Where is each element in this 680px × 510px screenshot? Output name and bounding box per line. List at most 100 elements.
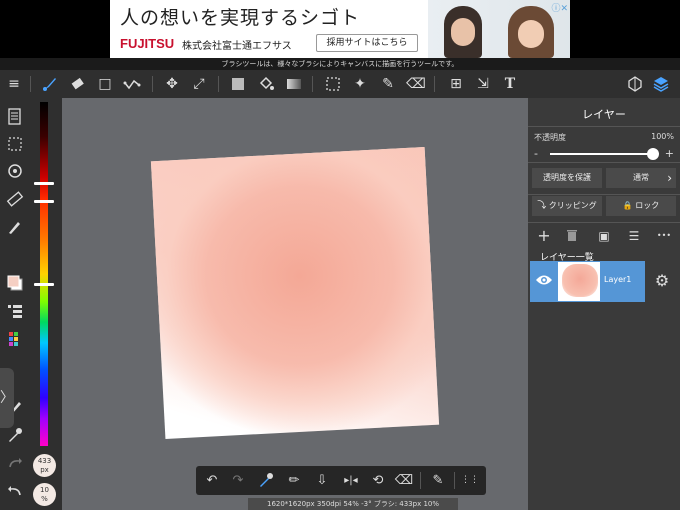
layer-thumbnail: [558, 262, 600, 301]
selection-icon[interactable]: [4, 136, 26, 156]
gear-icon[interactable]: ⚙: [652, 271, 672, 291]
brush-size-unit: px: [40, 466, 49, 474]
ad-close-icon[interactable]: ⓘ✕: [551, 1, 568, 14]
operation-icon[interactable]: ⇲: [473, 74, 493, 94]
more-options-icon[interactable]: •••: [656, 228, 672, 244]
ad-banner[interactable]: 人の想いを実現するシゴト FUJITSU 株式会社富士通エフサス 採用サイトはこ…: [110, 0, 570, 58]
left-tool-panel: [0, 98, 62, 510]
blend-mode-button[interactable]: 通常 ›: [606, 168, 676, 188]
bar-divider: [454, 472, 455, 489]
redo-button-icon[interactable]: ↷: [228, 471, 248, 490]
toolbar-divider: [312, 76, 313, 92]
opacity-label: 不透明度: [534, 133, 566, 142]
chevron-right-icon: ›: [667, 171, 672, 185]
magic-wand-icon[interactable]: ✦: [350, 74, 370, 94]
delete-layer-icon[interactable]: [564, 228, 580, 244]
rotate-reset-icon[interactable]: ⟲: [368, 471, 388, 490]
image-layer-icon[interactable]: ▣: [596, 228, 612, 244]
fill-color-icon[interactable]: [228, 74, 248, 94]
opacity-value: 100%: [651, 132, 674, 141]
gradient-icon[interactable]: [284, 74, 304, 94]
opacity-slider-knob[interactable]: [646, 148, 659, 160]
blend-mode-label: 通常: [633, 173, 649, 182]
opacity-minus-button[interactable]: -: [534, 147, 538, 160]
panel-divider: [528, 194, 680, 195]
eye-icon[interactable]: [534, 273, 554, 289]
redo-icon[interactable]: [4, 454, 26, 474]
hand-pen-icon[interactable]: [4, 218, 26, 238]
snap-icon[interactable]: [4, 162, 26, 182]
brush-tool-icon[interactable]: [40, 74, 60, 94]
lock-label: ロック: [635, 201, 660, 210]
brush-opacity-button[interactable]: 10 %: [33, 483, 56, 506]
eyedropper-button-icon[interactable]: [256, 471, 276, 490]
toolbar-divider: [434, 76, 435, 92]
move-icon[interactable]: ✥: [162, 74, 182, 94]
frame-divider-icon[interactable]: ⊞: [446, 74, 466, 94]
slider-knob-hue[interactable]: [34, 283, 54, 286]
pages-icon[interactable]: [4, 108, 26, 128]
panel-divider: [528, 222, 680, 223]
paint-stroke: [150, 147, 440, 439]
undo-icon[interactable]: [4, 482, 26, 502]
opacity-slider[interactable]: [550, 148, 659, 160]
add-layer-icon[interactable]: +: [536, 228, 552, 244]
opacity-plus-button[interactable]: +: [665, 147, 674, 160]
ad-recruit-button[interactable]: 採用サイトはこちら: [316, 34, 418, 52]
bottom-action-bar: ↶ ↷ ✏ ⇩ ▸|◂ ⟲ ⌫ ✎ ⋮⋮: [196, 466, 486, 495]
ad-headline: 人の想いを実現するシゴト: [120, 7, 361, 29]
toolbar-divider: [152, 76, 153, 92]
layer-row[interactable]: Layer1: [530, 261, 645, 302]
undo-button-icon[interactable]: ↶: [202, 471, 222, 490]
slider-knob-mid[interactable]: [34, 200, 54, 203]
layers-icon[interactable]: [651, 74, 671, 94]
color-hue-slider[interactable]: [34, 102, 54, 446]
curve-tool-icon[interactable]: [122, 74, 142, 94]
eyedropper-icon[interactable]: [4, 426, 26, 446]
lock-button[interactable]: 🔒 ロック: [606, 196, 676, 216]
canvas-status-bar: 1620*1620px 350dpi 54% -3° ブラシ: 433px 10…: [248, 498, 458, 510]
toolbar-divider: [218, 76, 219, 92]
brush-size-button[interactable]: 433 px: [33, 454, 56, 477]
eraser-tool-icon[interactable]: [68, 74, 88, 94]
brush-opacity-unit: %: [41, 495, 48, 503]
pen-button-icon[interactable]: ✏: [284, 471, 304, 490]
color-swatch[interactable]: [4, 274, 26, 294]
clipping-label: クリッピング: [548, 201, 597, 210]
clipping-arrow-icon: ⤵: [537, 201, 547, 211]
layer-panel: レイヤー 不透明度 100% - + 透明度を保護 通常 › ⤵ クリッピング …: [528, 98, 680, 510]
protect-alpha-button[interactable]: 透明度を保護: [532, 168, 602, 188]
text-tool-icon[interactable]: T: [500, 74, 520, 94]
ad-person-left: [444, 6, 482, 58]
layer-list-icon[interactable]: ☰: [626, 228, 642, 244]
ad-photo: [428, 0, 570, 58]
select-pen-icon[interactable]: ✎: [378, 74, 398, 94]
drawing-canvas[interactable]: [150, 147, 440, 439]
menu-icon[interactable]: ≡: [4, 74, 24, 94]
paint-bucket-icon[interactable]: [256, 74, 276, 94]
save-button-icon[interactable]: ⇩: [312, 471, 332, 490]
ad-person-right: [508, 6, 554, 58]
transform-icon[interactable]: ⤢: [189, 74, 209, 94]
panel-divider: [528, 162, 680, 163]
edit-button-icon[interactable]: ✎: [428, 471, 448, 490]
clipping-button[interactable]: ⤵ クリッピング: [532, 196, 602, 216]
material-icon[interactable]: [625, 74, 645, 94]
slider-knob-top[interactable]: [34, 182, 54, 185]
color-list-icon[interactable]: [4, 302, 26, 322]
layer-name: Layer1: [604, 275, 632, 284]
select-icon[interactable]: [323, 74, 343, 94]
select-eraser-icon[interactable]: ⌫: [406, 74, 426, 94]
panel-collapse-handle[interactable]: 〉: [0, 368, 14, 428]
ruler-icon[interactable]: [4, 190, 26, 210]
canvas-area[interactable]: [62, 98, 528, 510]
shape-tool-icon[interactable]: □: [95, 74, 115, 94]
toolbar-divider: [30, 76, 31, 92]
clear-button-icon[interactable]: ⌫: [394, 471, 414, 490]
top-toolbar: ≡ □ ✥ ⤢ ✦ ✎ ⌫ ⊞ ⇲ T: [0, 70, 680, 98]
color-palette-icon[interactable]: [4, 330, 26, 350]
lock-icon: 🔒: [622, 201, 633, 210]
ad-brand-logo: FUJITSU: [120, 36, 175, 51]
grip-icon[interactable]: ⋮⋮: [460, 471, 480, 490]
flip-button-icon[interactable]: ▸|◂: [338, 471, 364, 490]
